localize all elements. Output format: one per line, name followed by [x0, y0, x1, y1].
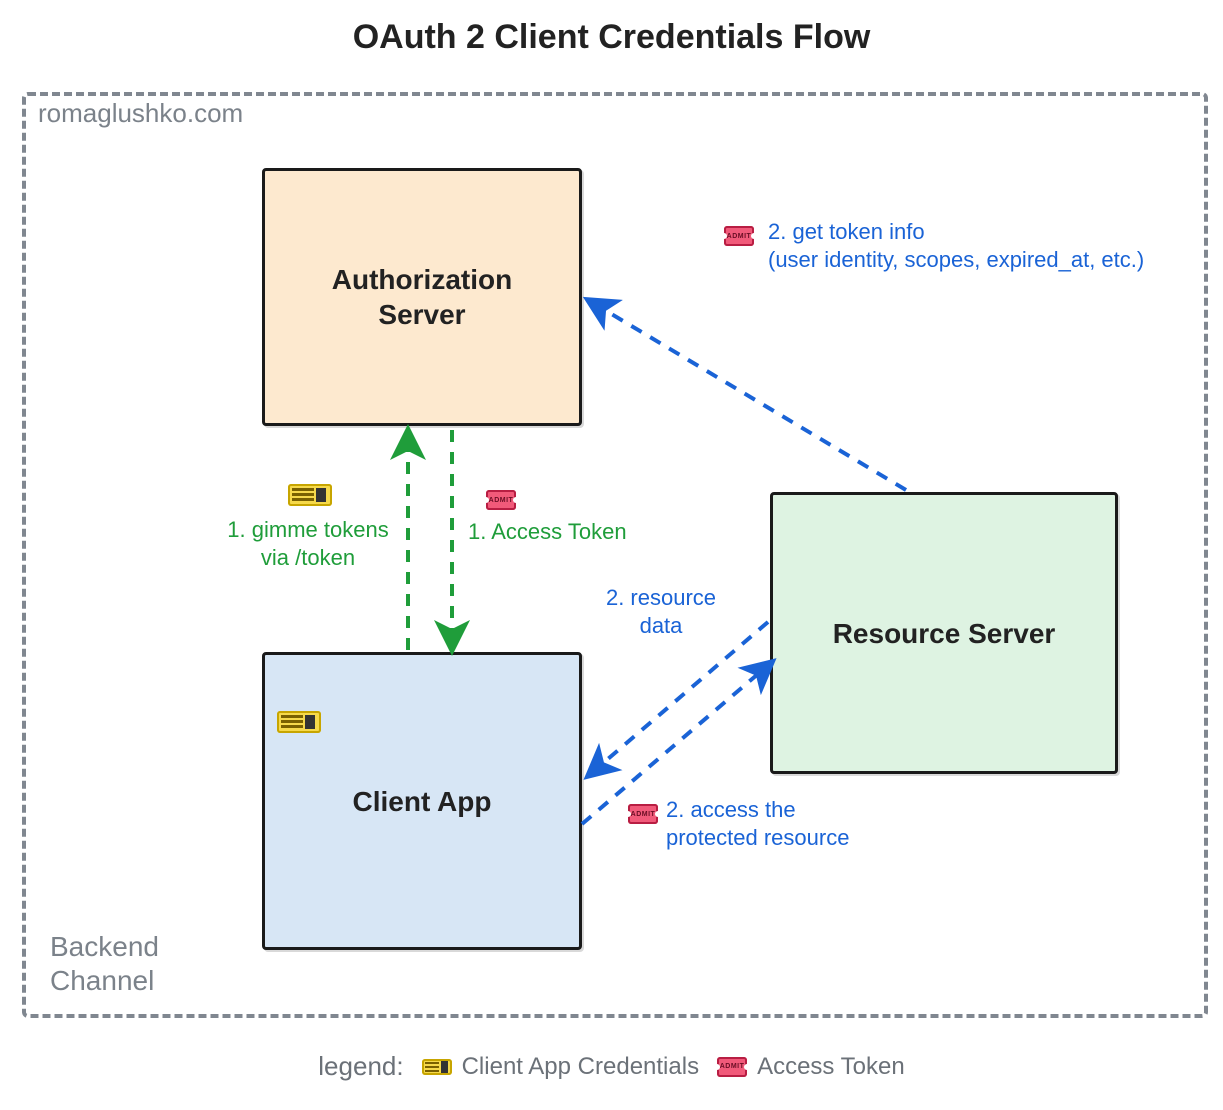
legend-item-text: Access Token: [757, 1053, 905, 1081]
admit-one-ticket-icon: ADMIT: [486, 490, 516, 510]
legend-item-credentials: Client App Credentials: [422, 1053, 699, 1081]
concert-ticket-icon: [422, 1059, 452, 1075]
client-app-node: Client App: [262, 652, 582, 950]
concert-ticket-icon: [288, 484, 332, 506]
node-label: Authorization Server: [332, 262, 512, 332]
legend-label: legend:: [318, 1051, 403, 1082]
resource-server-node: Resource Server: [770, 492, 1118, 774]
diagram-stage: OAuth 2 Client Credentials Flow romaglus…: [0, 0, 1223, 1110]
edge-label-resource-data: 2. resource data: [586, 584, 736, 639]
legend-item-text: Client App Credentials: [462, 1053, 699, 1081]
edge-label-token-info: 2. get token info (user identity, scopes…: [718, 218, 1208, 273]
admit-one-ticket-icon: ADMIT: [717, 1057, 747, 1077]
edge-label-response-token: 1. Access Token: [468, 518, 658, 546]
node-label: Resource Server: [833, 616, 1056, 651]
concert-ticket-icon: [277, 667, 321, 737]
legend-item-access-token: ADMIT Access Token: [717, 1053, 905, 1081]
legend: legend: Client App Credentials ADMIT Acc…: [0, 1051, 1223, 1082]
diagram-title: OAuth 2 Client Credentials Flow: [0, 18, 1223, 57]
channel-label: Backend Channel: [50, 930, 159, 997]
node-label: Client App: [353, 784, 492, 819]
edge-label-request-token: 1. gimme tokens via /token: [218, 516, 398, 571]
edge-label-access-protected: 2. access the protected resource: [666, 796, 896, 851]
admit-one-ticket-icon: ADMIT: [628, 804, 658, 824]
authorization-server-node: Authorization Server: [262, 168, 582, 426]
watermark: romaglushko.com: [38, 98, 243, 129]
